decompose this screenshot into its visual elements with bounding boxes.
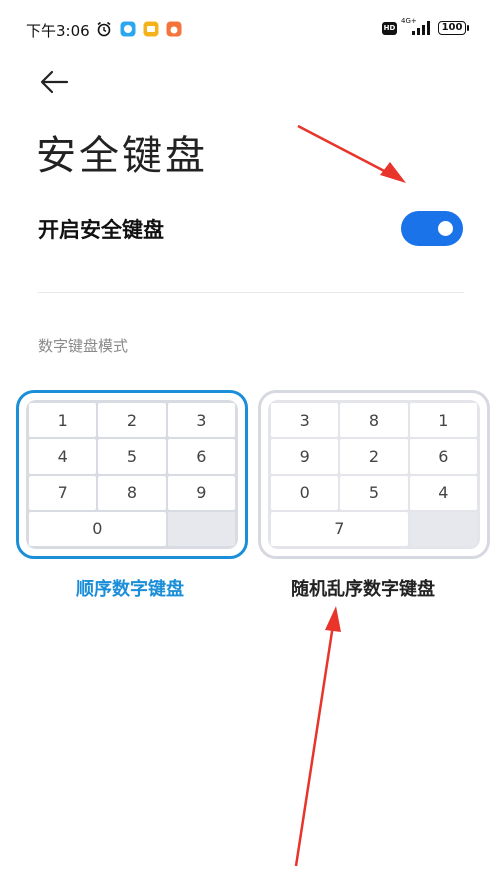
key: 0 [271, 475, 339, 510]
random-keyboard-option[interactable]: 3 8 1 9 2 6 0 5 4 7 [258, 390, 490, 559]
alarm-clock-icon [97, 21, 111, 37]
key: 8 [98, 475, 166, 510]
blank-key [167, 511, 235, 546]
app-notification-icon [166, 21, 182, 37]
keyboard-preview: 3 8 1 9 2 6 0 5 4 7 [268, 400, 480, 549]
key: 8 [340, 403, 408, 438]
divider [38, 292, 464, 293]
status-bar: 下午3:06 HD 4G+ 100 [0, 0, 500, 60]
toggle-knob [438, 221, 453, 236]
secure-keyboard-label: 开启安全键盘 [38, 218, 164, 242]
key: 6 [409, 439, 477, 474]
key: 5 [340, 475, 408, 510]
sequential-keyboard-option[interactable]: 1 2 3 4 5 6 7 8 9 0 [16, 390, 248, 559]
key: 9 [167, 475, 235, 510]
key: 7 [271, 511, 408, 546]
signal-strength-icon [412, 21, 430, 35]
annotation-arrow-toward-random-keyboard [294, 606, 341, 867]
key: 2 [98, 403, 166, 438]
random-keyboard-caption[interactable]: 随机乱序数字键盘 [233, 575, 493, 601]
annotation-arrow-toward-toggle [297, 124, 406, 183]
app-notification-icon [120, 21, 136, 37]
key: 1 [29, 403, 97, 438]
battery-tip [467, 25, 469, 31]
key: 3 [271, 403, 339, 438]
back-button[interactable] [36, 64, 72, 100]
key: 3 [167, 403, 235, 438]
battery-icon: 100 [438, 21, 466, 35]
blank-key [409, 511, 477, 546]
back-arrow-icon [40, 70, 69, 94]
key: 4 [409, 475, 477, 510]
key: 4 [29, 439, 97, 474]
key: 9 [271, 439, 339, 474]
app-notification-icon [143, 21, 159, 37]
section-label: 数字键盘模式 [38, 337, 129, 355]
key: 2 [340, 439, 408, 474]
keyboard-preview: 1 2 3 4 5 6 7 8 9 0 [26, 400, 238, 549]
key: 7 [29, 475, 97, 510]
sequential-keyboard-caption[interactable]: 顺序数字键盘 [0, 575, 260, 601]
hd-voice-icon: HD [382, 22, 397, 35]
secure-keyboard-toggle[interactable] [401, 211, 463, 246]
key: 6 [167, 439, 235, 474]
key: 1 [409, 403, 477, 438]
page-title: 安全键盘 [36, 133, 208, 179]
key: 5 [98, 439, 166, 474]
status-time: 下午3:06 [26, 22, 90, 40]
key: 0 [29, 511, 166, 546]
